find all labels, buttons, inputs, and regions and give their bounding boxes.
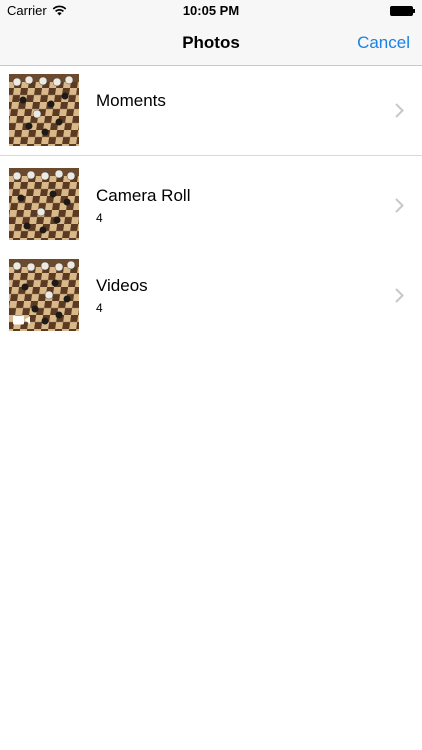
chess-board-image [9, 74, 79, 146]
album-thumbnail [9, 259, 79, 331]
album-list: Moments Camera Roll 4 Videos 4 [0, 66, 422, 336]
chevron-right-icon [395, 103, 404, 118]
album-row-camera-roll[interactable]: Camera Roll 4 [0, 156, 422, 246]
status-time: 10:05 PM [182, 3, 240, 18]
status-bar: Carrier 10:05 PM [0, 0, 422, 22]
album-name: Moments [96, 91, 166, 110]
album-name: Videos [96, 276, 148, 295]
album-thumbnail [9, 168, 79, 240]
battery-icon [390, 6, 415, 16]
chevron-right-icon [395, 198, 404, 213]
video-camera-icon [13, 315, 30, 325]
album-count: 4 [96, 301, 103, 315]
photo-picker-screen: Carrier 10:05 PM Photos Cancel Moments C… [0, 0, 422, 750]
album-row-videos[interactable]: Videos 4 [0, 246, 422, 336]
album-row-moments[interactable]: Moments [0, 66, 422, 156]
album-thumbnail [9, 74, 79, 146]
navigation-bar: Photos Cancel [0, 22, 422, 66]
chevron-right-icon [395, 288, 404, 303]
cancel-button[interactable]: Cancel [357, 33, 410, 53]
album-count: 4 [96, 211, 103, 225]
chess-board-image [9, 168, 79, 240]
album-name: Camera Roll [96, 186, 191, 205]
